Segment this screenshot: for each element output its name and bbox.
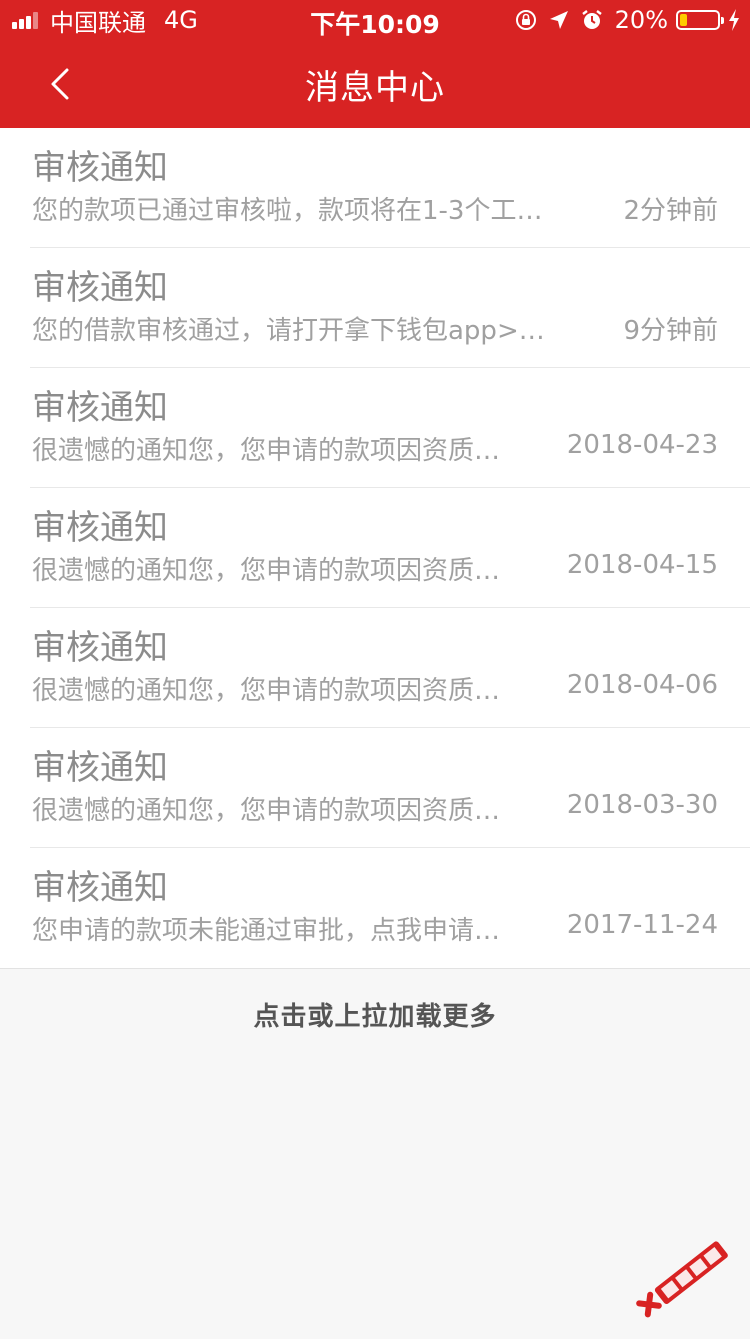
message-item[interactable]: 审核通知 很遗憾的通知您，您申请的款项因资质… 2018-04-15 xyxy=(30,488,750,608)
message-time: 9分钟前 xyxy=(623,316,718,346)
location-arrow-icon xyxy=(549,10,569,30)
watermark-icon xyxy=(636,1241,728,1318)
list-divider xyxy=(0,968,750,969)
message-title: 审核通知 xyxy=(32,508,168,548)
message-item[interactable]: 审核通知 您申请的款项未能通过审批，点我申请… 2017-11-24 xyxy=(30,848,750,968)
message-title: 审核通知 xyxy=(32,148,168,188)
message-summary: 很遗憾的通知您，您申请的款项因资质… xyxy=(32,436,501,466)
battery-level-fill xyxy=(680,14,687,26)
message-time: 2018-04-06 xyxy=(566,670,718,700)
status-bar: 中国联通 4G 下午10:09 20% xyxy=(0,0,750,40)
message-time: 2017-11-24 xyxy=(566,910,718,940)
message-item[interactable]: 审核通知 您的借款审核通过，请打开拿下钱包app>… 9分钟前 xyxy=(30,248,750,368)
message-time: 2018-04-15 xyxy=(566,550,718,580)
charging-bolt-icon xyxy=(728,9,740,31)
message-item[interactable]: 审核通知 很遗憾的通知您，您申请的款项因资质… 2018-04-06 xyxy=(30,608,750,728)
message-time: 2018-04-23 xyxy=(566,430,718,460)
message-title: 审核通知 xyxy=(32,628,168,668)
watermark-logo xyxy=(628,1231,745,1338)
message-item[interactable]: 审核通知 很遗憾的通知您，您申请的款项因资质… 2018-03-30 xyxy=(30,728,750,848)
header: 中国联通 4G 下午10:09 20% 消息中心 xyxy=(0,0,750,128)
alarm-clock-icon xyxy=(581,9,603,31)
message-item[interactable]: 审核通知 您的款项已通过审核啦，款项将在1-3个工… 2分钟前 xyxy=(30,128,750,248)
battery-icon xyxy=(676,10,724,30)
message-title: 审核通知 xyxy=(32,268,168,308)
message-summary: 很遗憾的通知您，您申请的款项因资质… xyxy=(32,676,501,706)
message-item[interactable]: 审核通知 很遗憾的通知您，您申请的款项因资质… 2018-04-23 xyxy=(30,368,750,488)
message-time: 2018-03-30 xyxy=(566,790,718,820)
message-title: 审核通知 xyxy=(32,748,168,788)
navigation-bar: 消息中心 xyxy=(0,40,750,128)
battery-percentage: 20% xyxy=(614,6,668,34)
message-title: 审核通知 xyxy=(32,868,168,908)
message-title: 审核通知 xyxy=(32,388,168,428)
status-bar-right: 20% xyxy=(515,6,740,34)
message-summary: 您的借款审核通过，请打开拿下钱包app>… xyxy=(32,316,545,346)
message-summary: 很遗憾的通知您，您申请的款项因资质… xyxy=(32,556,501,586)
message-summary: 很遗憾的通知您，您申请的款项因资质… xyxy=(32,796,501,826)
load-more-button[interactable]: 点击或上拉加载更多 xyxy=(0,996,750,1033)
message-time: 2分钟前 xyxy=(623,196,718,226)
page-title: 消息中心 xyxy=(305,68,445,108)
message-summary: 您的款项已通过审核啦，款项将在1-3个工… xyxy=(32,196,543,226)
message-summary: 您申请的款项未能通过审批，点我申请… xyxy=(32,916,501,946)
message-list: 审核通知 您的款项已通过审核啦，款项将在1-3个工… 2分钟前 审核通知 您的借… xyxy=(0,128,750,968)
orientation-lock-icon xyxy=(515,9,537,31)
